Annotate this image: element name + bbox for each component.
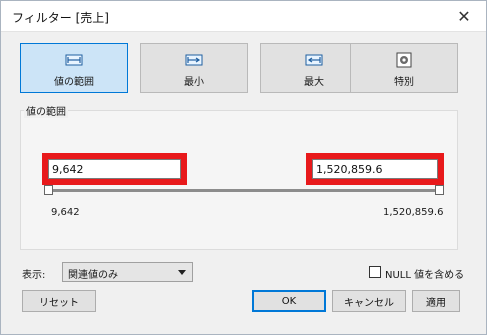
tab-special[interactable]: 特別 xyxy=(350,43,458,93)
title-bar: フィルター [売上] ✕ xyxy=(1,1,486,32)
range-icon xyxy=(65,54,83,66)
range-slider-track[interactable] xyxy=(45,189,441,192)
range-max-label: 1,520,859.6 xyxy=(383,207,444,218)
apply-button[interactable]: 適用 xyxy=(412,290,460,312)
min-icon xyxy=(185,54,203,66)
tab-range[interactable]: 値の範囲 xyxy=(20,43,128,93)
max-input-highlight xyxy=(306,153,444,185)
close-icon: ✕ xyxy=(457,6,471,26)
tab-minimum[interactable]: 最小 xyxy=(140,43,248,93)
range-min-label: 9,642 xyxy=(51,207,80,218)
display-select-value: 関連値のみ xyxy=(68,270,118,281)
include-null-label[interactable]: NULL 値を含める xyxy=(385,266,464,281)
range-slider-min-handle[interactable] xyxy=(44,185,53,195)
min-input-highlight xyxy=(42,153,187,185)
display-select[interactable]: 関連値のみ xyxy=(62,262,193,282)
special-icon xyxy=(396,52,412,68)
tab-special-label: 特別 xyxy=(394,77,414,88)
max-icon xyxy=(305,54,323,66)
close-button[interactable]: ✕ xyxy=(445,3,483,29)
tab-minimum-label: 最小 xyxy=(184,77,204,88)
cancel-button[interactable]: キャンセル xyxy=(332,290,406,312)
include-null-checkbox[interactable] xyxy=(369,266,381,278)
tab-range-label: 値の範囲 xyxy=(54,77,94,88)
ok-button[interactable]: OK xyxy=(252,290,326,312)
min-value-input[interactable] xyxy=(48,159,181,179)
display-label: 表示: xyxy=(22,270,46,281)
reset-button[interactable]: リセット xyxy=(22,290,96,312)
chevron-down-icon xyxy=(178,270,186,275)
max-value-input[interactable] xyxy=(312,159,438,179)
range-section-title: 値の範囲 xyxy=(24,103,68,118)
window-title: フィルター [売上] xyxy=(12,11,109,25)
range-slider-max-handle[interactable] xyxy=(435,185,444,195)
